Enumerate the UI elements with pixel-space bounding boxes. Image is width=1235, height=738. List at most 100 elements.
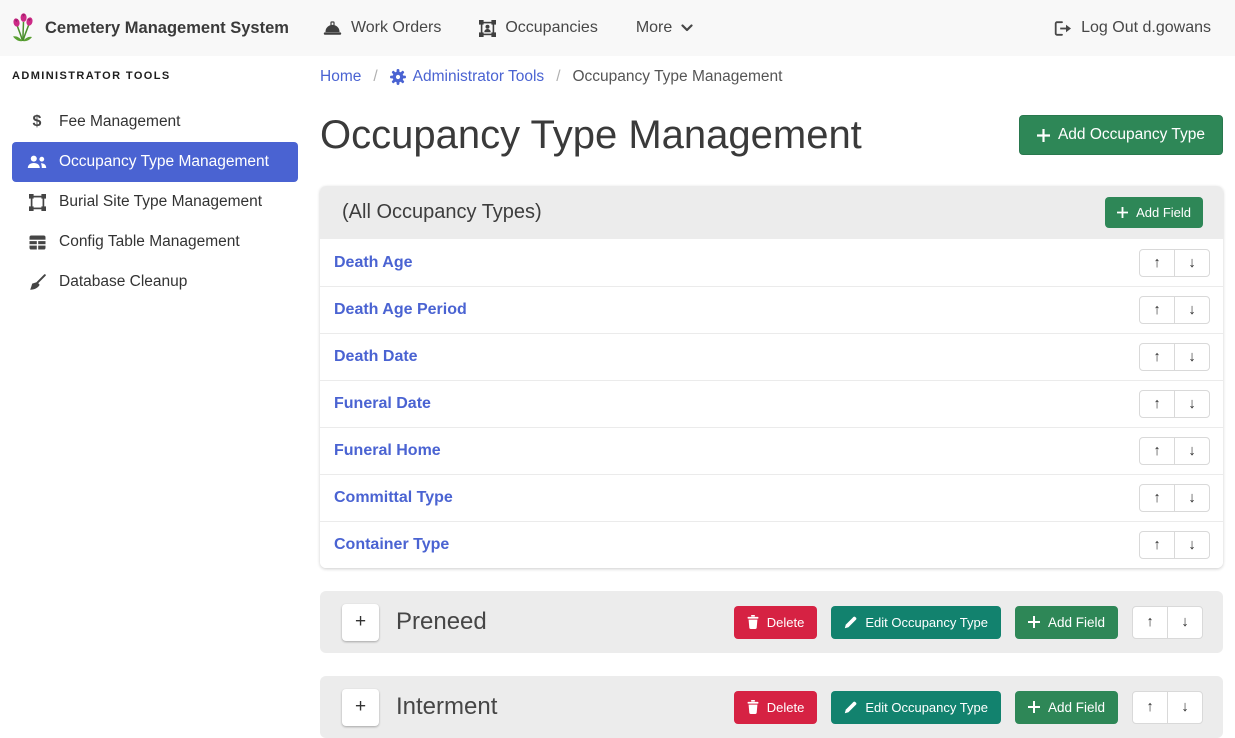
field-link[interactable]: Funeral Date (334, 395, 431, 413)
reorder-controls: ↑ ↓ (1139, 437, 1210, 465)
expand-button[interactable]: + (342, 689, 379, 726)
sidebar-item-label: Database Cleanup (59, 273, 187, 291)
add-field-button[interactable]: Add Field (1015, 691, 1118, 724)
breadcrumb-administrator-tools-label: Administrator Tools (413, 68, 545, 86)
add-occupancy-type-button[interactable]: Add Occupancy Type (1019, 115, 1223, 155)
sidebar-item-database-cleanup[interactable]: Database Cleanup (12, 262, 298, 302)
sidebar-item-label: Occupancy Type Management (59, 153, 269, 171)
delete-button[interactable]: Delete (734, 606, 818, 639)
field-link[interactable]: Committal Type (334, 489, 453, 507)
move-down-button[interactable]: ↓ (1174, 343, 1210, 371)
pencil-icon (844, 701, 857, 714)
add-field-button[interactable]: Add Field (1015, 606, 1118, 639)
section-actions: Delete Edit Occupancy Type Add Field ↑ ↓ (734, 691, 1203, 724)
breadcrumb-home[interactable]: Home (320, 68, 361, 86)
move-down-button[interactable]: ↓ (1174, 437, 1210, 465)
field-list: Death Age ↑ ↓ Death Age Period ↑ ↓ Death… (320, 239, 1223, 568)
vector-square-icon (24, 194, 50, 211)
move-up-button[interactable]: ↑ (1139, 249, 1175, 277)
move-down-button[interactable]: ↓ (1174, 484, 1210, 512)
tulip-logo-icon (10, 13, 36, 43)
field-link[interactable]: Container Type (334, 536, 449, 554)
add-field-button[interactable]: Add Field (1105, 197, 1203, 228)
move-up-button[interactable]: ↑ (1139, 296, 1175, 324)
delete-button[interactable]: Delete (734, 691, 818, 724)
nav-work-orders[interactable]: Work Orders (323, 19, 441, 37)
move-down-button[interactable]: ↓ (1167, 691, 1203, 724)
trash-icon (747, 700, 759, 714)
section-preneed: + Preneed Delete Edit (320, 591, 1223, 653)
move-up-button[interactable]: ↑ (1132, 606, 1168, 639)
breadcrumb-separator: / (373, 68, 377, 86)
logout-label: Log Out d.gowans (1081, 19, 1211, 37)
reorder-controls: ↑ ↓ (1139, 484, 1210, 512)
edit-occupancy-type-button[interactable]: Edit Occupancy Type (831, 691, 1001, 724)
field-row-committal-type: Committal Type ↑ ↓ (320, 474, 1223, 521)
move-up-button[interactable]: ↑ (1139, 484, 1175, 512)
page-title: Occupancy Type Management (320, 113, 862, 158)
section-interment: + Interment Delete Edi (320, 676, 1223, 738)
sidebar-item-label: Fee Management (59, 113, 181, 131)
plus-icon (1028, 616, 1040, 628)
move-down-button[interactable]: ↓ (1167, 606, 1203, 639)
move-down-button[interactable]: ↓ (1174, 296, 1210, 324)
trash-icon (747, 615, 759, 629)
sidebar-item-label: Config Table Management (59, 233, 240, 251)
field-link[interactable]: Death Age (334, 254, 413, 272)
move-up-button[interactable]: ↑ (1139, 390, 1175, 418)
pencil-icon (844, 616, 857, 629)
field-row-container-type: Container Type ↑ ↓ (320, 521, 1223, 568)
delete-label: Delete (767, 615, 805, 630)
add-occupancy-type-label: Add Occupancy Type (1058, 126, 1205, 144)
plus-icon (1028, 701, 1040, 713)
page-header: Occupancy Type Management Add Occupancy … (320, 104, 1223, 166)
field-row-death-age: Death Age ↑ ↓ (320, 239, 1223, 286)
field-link[interactable]: Death Date (334, 348, 418, 366)
field-link[interactable]: Death Age Period (334, 301, 467, 319)
edit-occupancy-type-button[interactable]: Edit Occupancy Type (831, 606, 1001, 639)
move-up-button[interactable]: ↑ (1139, 531, 1175, 559)
all-occupancy-types-card: (All Occupancy Types) Add Field Death Ag… (320, 186, 1223, 568)
gear-icon (390, 69, 406, 85)
reorder-controls: ↑ ↓ (1132, 606, 1203, 639)
app-title[interactable]: Cemetery Management System (45, 19, 289, 38)
add-field-label: Add Field (1048, 615, 1105, 630)
move-up-button[interactable]: ↑ (1132, 691, 1168, 724)
reorder-controls: ↑ ↓ (1139, 390, 1210, 418)
main-content: Home / Administrator Tools / Occupanc (320, 56, 1223, 738)
reorder-controls: ↑ ↓ (1139, 531, 1210, 559)
edit-occupancy-type-label: Edit Occupancy Type (865, 700, 988, 715)
breadcrumb-separator: / (556, 68, 560, 86)
breadcrumb-current: Occupancy Type Management (573, 68, 783, 86)
dollar-icon: $ (24, 113, 50, 131)
section-title: Preneed (396, 608, 487, 636)
nav-more[interactable]: More (636, 19, 693, 37)
breadcrumb-administrator-tools[interactable]: Administrator Tools (390, 68, 545, 86)
plus-icon (1037, 129, 1050, 142)
card-title: (All Occupancy Types) (342, 201, 542, 224)
move-down-button[interactable]: ↓ (1174, 390, 1210, 418)
field-row-funeral-home: Funeral Home ↑ ↓ (320, 427, 1223, 474)
logout-button[interactable]: Log Out d.gowans (1054, 19, 1211, 37)
reorder-controls: ↑ ↓ (1139, 343, 1210, 371)
nav-more-label: More (636, 19, 672, 37)
expand-button[interactable]: + (342, 604, 379, 641)
sidebar-item-fee-management[interactable]: $ Fee Management (12, 102, 298, 142)
nav-occupancies-label: Occupancies (505, 19, 598, 37)
sidebar-item-config-table-management[interactable]: Config Table Management (12, 222, 298, 262)
edit-occupancy-type-label: Edit Occupancy Type (865, 615, 988, 630)
sidebar-item-occupancy-type-management[interactable]: Occupancy Type Management (12, 142, 298, 182)
move-down-button[interactable]: ↓ (1174, 249, 1210, 277)
sidebar-item-burial-site-type-management[interactable]: Burial Site Type Management (12, 182, 298, 222)
move-up-button[interactable]: ↑ (1139, 343, 1175, 371)
add-field-label: Add Field (1136, 205, 1191, 220)
navbar-menu: Work Orders Occupancies More (323, 19, 693, 37)
section-actions: Delete Edit Occupancy Type Add Field ↑ ↓ (734, 606, 1203, 639)
move-up-button[interactable]: ↑ (1139, 437, 1175, 465)
field-row-death-age-period: Death Age Period ↑ ↓ (320, 286, 1223, 333)
move-down-button[interactable]: ↓ (1174, 531, 1210, 559)
nav-work-orders-label: Work Orders (351, 19, 441, 37)
nav-occupancies[interactable]: Occupancies (479, 19, 598, 37)
field-link[interactable]: Funeral Home (334, 442, 441, 460)
users-icon (24, 155, 50, 169)
